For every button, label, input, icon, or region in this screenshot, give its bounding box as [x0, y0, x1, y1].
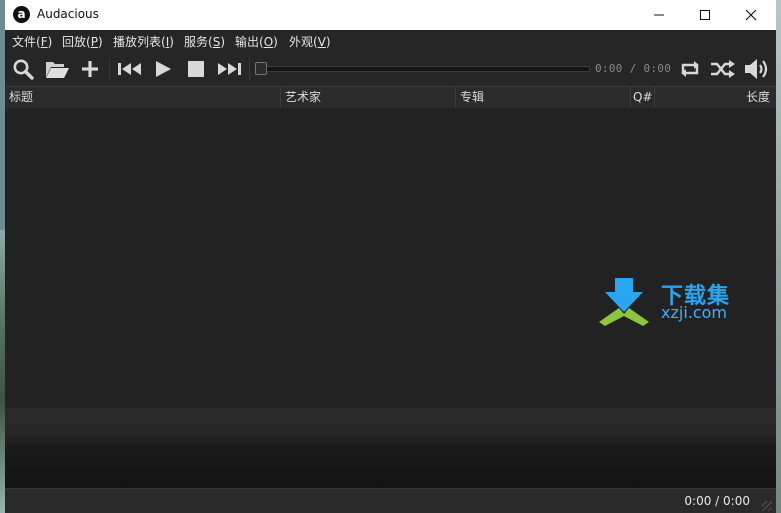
- menu-playback-tail: ): [97, 35, 103, 49]
- menu-view-key: V: [317, 35, 326, 49]
- menu-services-tail: ): [220, 35, 225, 49]
- menu-playback-key: P: [90, 35, 98, 49]
- open-files-button[interactable]: [43, 56, 71, 82]
- shuffle-button[interactable]: [708, 56, 738, 82]
- repeat-button[interactable]: [676, 56, 704, 82]
- add-files-button[interactable]: [78, 56, 102, 82]
- search-icon: [13, 59, 34, 80]
- column-queue[interactable]: Q#: [631, 87, 655, 108]
- menu-services[interactable]: 服务(S): [184, 33, 225, 50]
- column-album[interactable]: 专辑: [456, 87, 631, 108]
- volume-icon: [745, 59, 768, 79]
- play-button[interactable]: [151, 56, 175, 82]
- menu-output-tail: ): [273, 35, 278, 49]
- resize-grip-icon[interactable]: [762, 501, 772, 511]
- menu-view-tail: ): [325, 35, 331, 49]
- next-track-button[interactable]: [214, 56, 244, 82]
- stop-icon: [188, 61, 204, 77]
- menu-services-label: 服务(: [184, 35, 213, 49]
- add-icon: [82, 61, 98, 77]
- toolbar: 0:00 / 0:00: [5, 52, 776, 86]
- close-button[interactable]: [728, 0, 774, 30]
- stop-button[interactable]: [184, 56, 208, 82]
- playback-time: 0:00 / 0:00: [595, 62, 672, 75]
- menu-bar: 文件(F) 回放(P) 播放列表(I) 服务(S) 输出(O) 外观(V): [5, 30, 776, 52]
- maximize-icon: [700, 10, 710, 20]
- status-time: 0:00 / 0:00: [684, 494, 750, 508]
- menu-view-label: 外观(: [289, 35, 318, 49]
- menu-output-key: O: [263, 35, 274, 49]
- watermark: 下载集 xzji.com: [597, 278, 747, 326]
- menu-playback-label: 回放(: [62, 35, 91, 49]
- maximize-button[interactable]: [682, 0, 728, 30]
- previous-track-icon: [118, 63, 141, 75]
- play-icon: [156, 61, 171, 77]
- column-title[interactable]: 标题: [5, 87, 281, 108]
- audacious-logo-icon: a: [13, 6, 30, 23]
- close-icon: [745, 9, 757, 21]
- window-title: Audacious: [37, 7, 99, 21]
- watermark-en-text: xzji.com: [661, 303, 728, 322]
- column-length[interactable]: 长度: [655, 87, 776, 108]
- toolbar-separator: [249, 58, 250, 80]
- repeat-icon: [681, 61, 699, 77]
- menu-playlist-tail: ): [169, 35, 174, 49]
- audacious-window: a Audacious 文件(F) 回放(P) 播放列表(I) 服务(S) 输出…: [5, 0, 776, 513]
- menu-file[interactable]: 文件(F): [12, 33, 52, 50]
- menu-file-tail: ): [47, 35, 53, 49]
- playlist-area[interactable]: [5, 108, 776, 408]
- seek-slider-handle[interactable]: [255, 62, 267, 75]
- menu-playlist-label: 播放列表(: [113, 35, 166, 49]
- menu-output-label: 输出(: [235, 35, 264, 49]
- column-artist[interactable]: 艺术家: [281, 87, 456, 108]
- volume-button[interactable]: [742, 56, 772, 82]
- open-folder-icon: [46, 62, 69, 78]
- info-area: [5, 408, 776, 488]
- menu-view[interactable]: 外观(V): [289, 33, 331, 50]
- menu-file-label: 文件(: [12, 35, 41, 49]
- toolbar-separator: [109, 58, 110, 80]
- shuffle-icon: [711, 60, 735, 78]
- search-button[interactable]: [10, 56, 36, 82]
- title-bar[interactable]: a Audacious: [5, 0, 776, 30]
- playlist-header: 标题 艺术家 专辑 Q# 长度: [5, 86, 776, 109]
- menu-playback[interactable]: 回放(P): [62, 33, 103, 50]
- minimize-button[interactable]: [636, 0, 682, 30]
- seek-slider-track[interactable]: [258, 66, 590, 72]
- watermark-logo-icon: [599, 278, 649, 326]
- menu-file-key: F: [40, 35, 48, 49]
- next-track-icon: [218, 63, 241, 75]
- menu-playlist[interactable]: 播放列表(I): [113, 33, 174, 50]
- minimize-icon: [654, 14, 664, 16]
- previous-track-button[interactable]: [115, 56, 145, 82]
- menu-output[interactable]: 输出(O): [235, 33, 278, 50]
- status-bar: 0:00 / 0:00: [5, 488, 776, 513]
